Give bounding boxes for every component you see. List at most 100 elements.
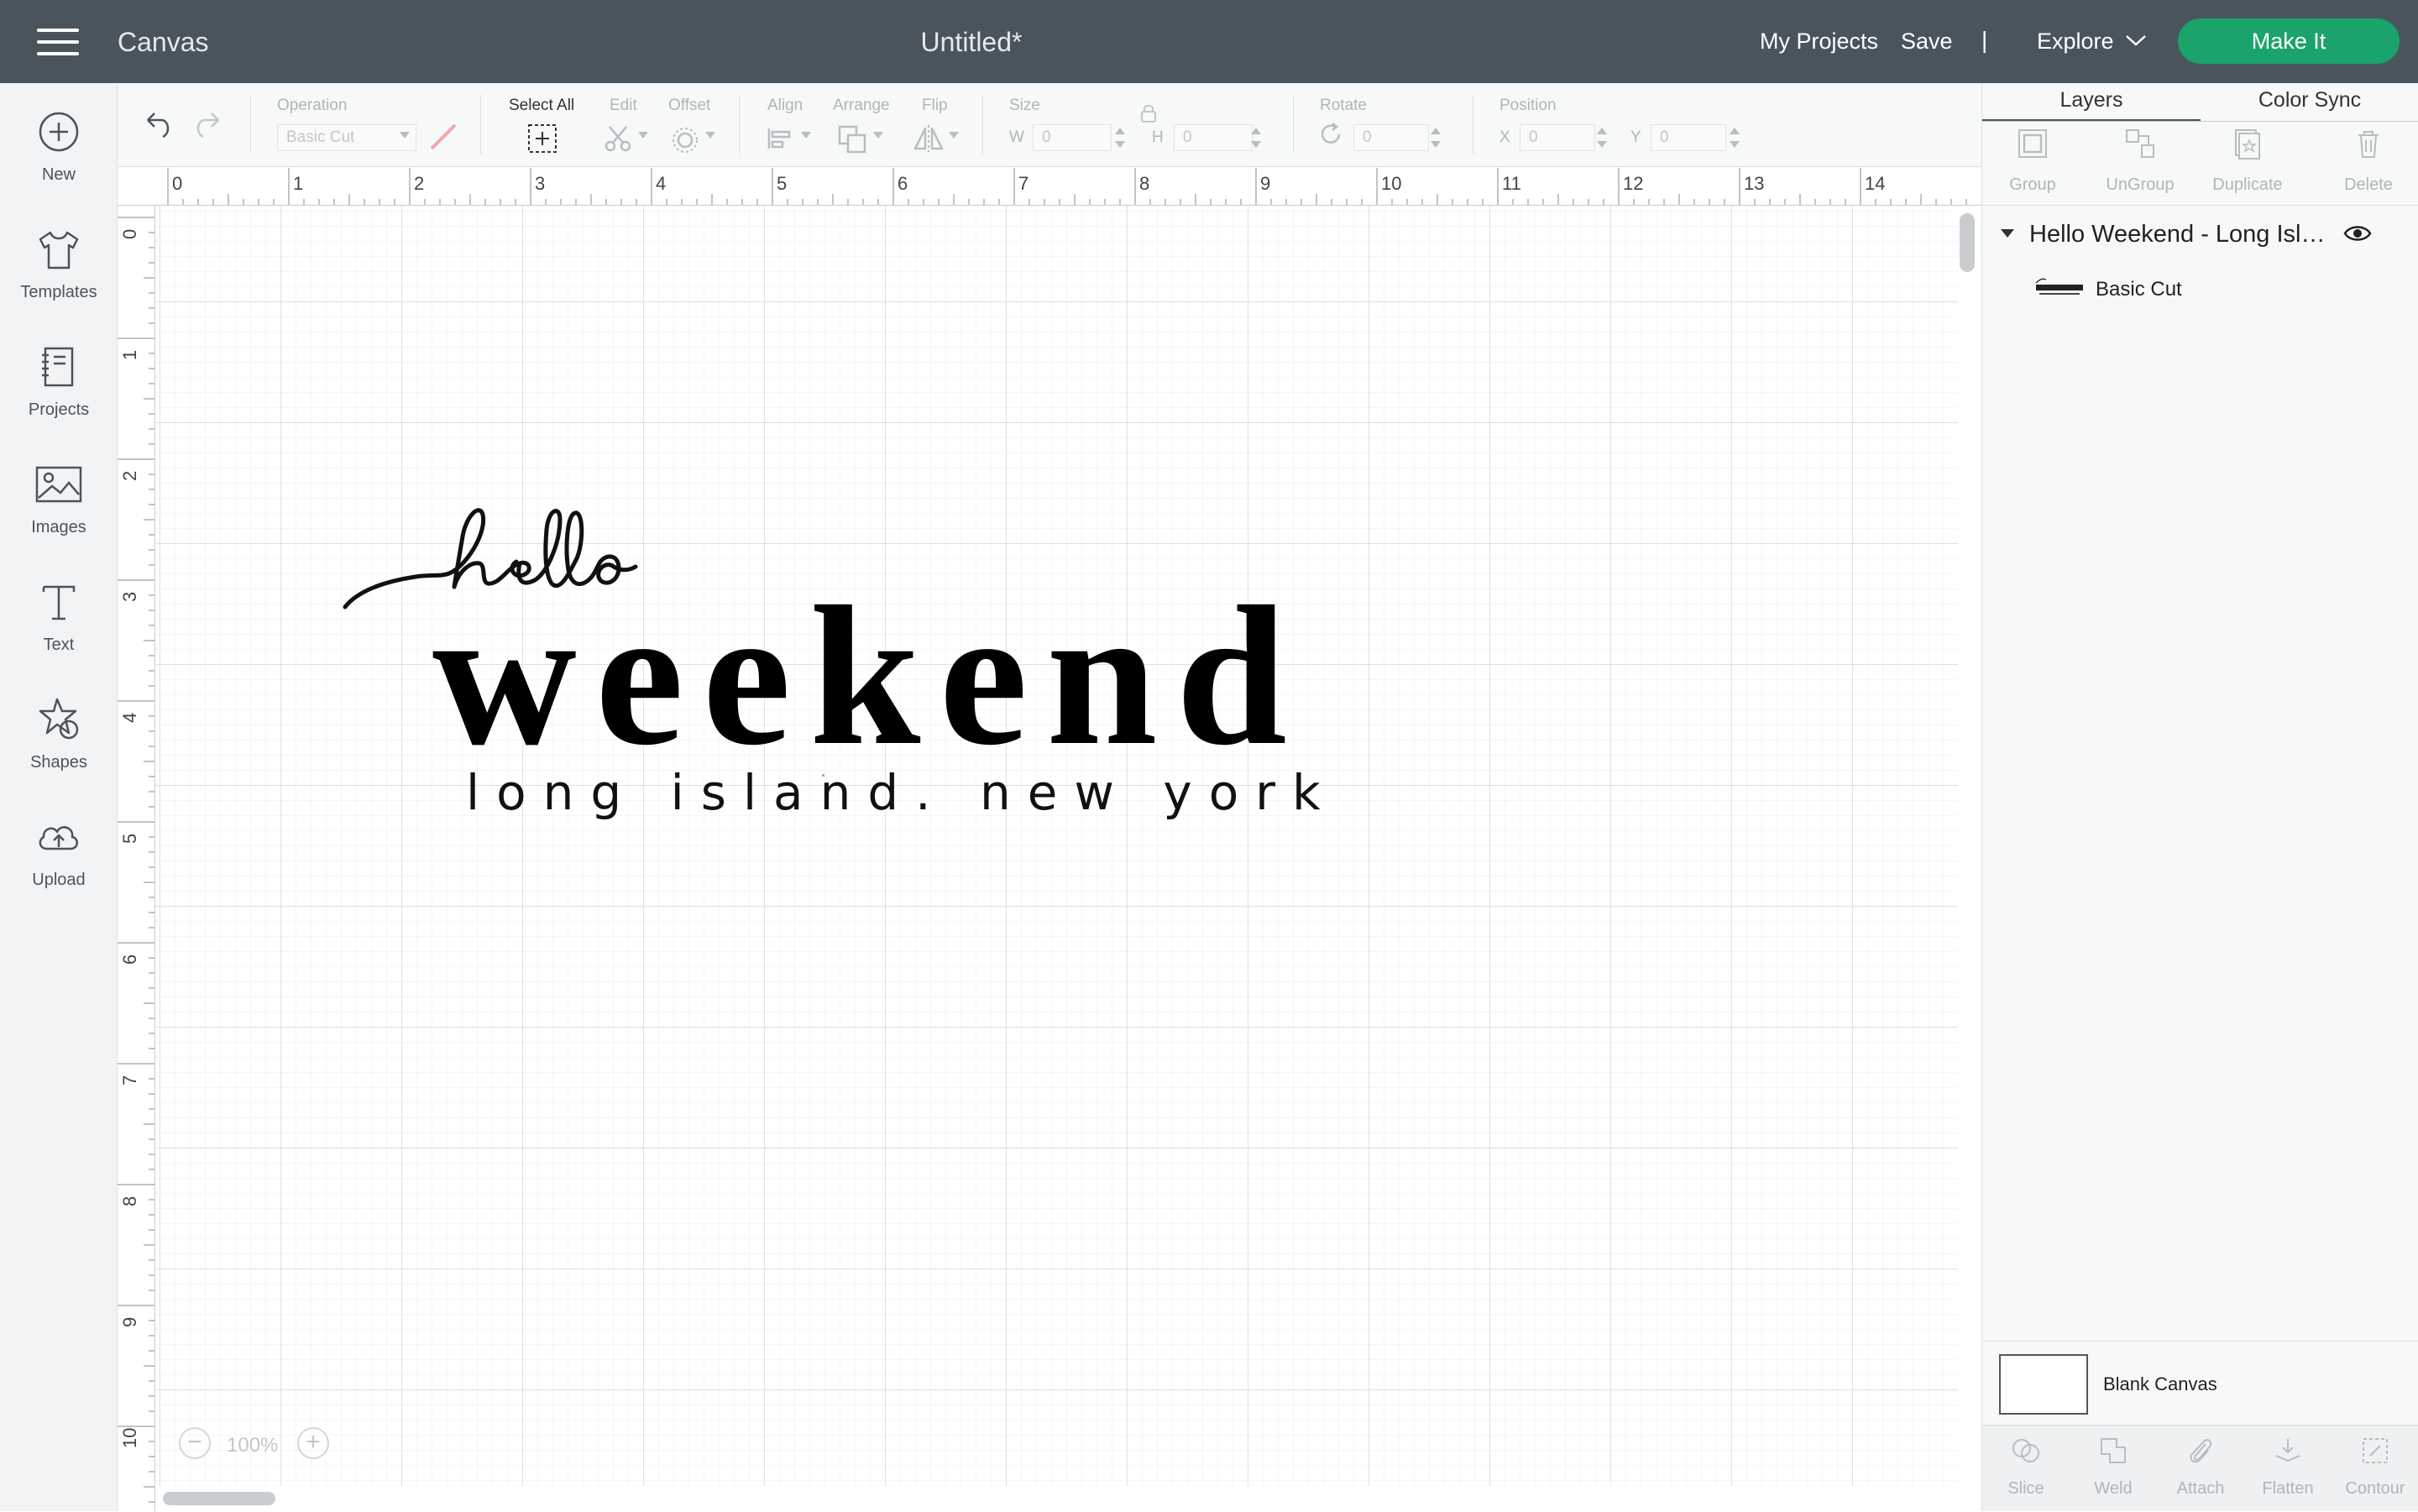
ruler-number: 2: [414, 173, 425, 194]
delete-label: Delete: [2344, 175, 2393, 194]
weld-button[interactable]: Weld: [2070, 1426, 2157, 1512]
operation-select[interactable]: Basic Cut: [277, 124, 416, 151]
x-position-stepper[interactable]: [1597, 127, 1607, 149]
caret-down-icon[interactable]: [2001, 229, 2014, 238]
panel-divider: [1982, 1341, 2418, 1342]
contour-icon: [2363, 1438, 2388, 1463]
attach-label: Attach: [2176, 1479, 2225, 1498]
sidebar-item-shapes[interactable]: Shapes: [0, 671, 118, 772]
ruler-number: 9: [119, 1316, 140, 1327]
y-position-input[interactable]: 0: [1651, 124, 1726, 151]
tab-layers[interactable]: Layers: [1982, 83, 2201, 122]
size-label: Size: [1009, 97, 1040, 114]
delete-button[interactable]: Delete: [2318, 127, 2418, 202]
arrange-icon[interactable]: [836, 122, 870, 155]
make-it-button[interactable]: Make It: [2178, 18, 2400, 64]
hello-weekend-design[interactable]: hello weekend long island. new york: [340, 500, 1321, 835]
blank-canvas-swatch[interactable]: [1999, 1354, 2088, 1415]
lock-icon[interactable]: [1137, 102, 1160, 125]
my-projects-link[interactable]: My Projects: [1760, 29, 1878, 55]
edit-scissors-icon[interactable]: [601, 122, 635, 155]
sidebar-item-new[interactable]: New: [0, 83, 118, 184]
slice-label: Slice: [2007, 1479, 2044, 1498]
linetype-swatch-icon[interactable]: [427, 120, 460, 154]
duplicate-button[interactable]: Duplicate: [2197, 127, 2298, 202]
sidebar-item-templates[interactable]: Templates: [0, 201, 118, 301]
y-position-stepper[interactable]: [1730, 127, 1740, 149]
sidebar-item-text[interactable]: Text: [0, 553, 118, 654]
sidebar-item-projects[interactable]: Projects: [0, 318, 118, 419]
zoom-out-button[interactable]: −: [179, 1427, 211, 1459]
ruler-number: 3: [535, 173, 546, 194]
height-stepper[interactable]: [1251, 127, 1261, 149]
ruler-number: 14: [1865, 173, 1886, 194]
align-icon[interactable]: [764, 122, 798, 155]
rotate-stepper[interactable]: [1431, 127, 1441, 149]
ungroup-button[interactable]: UnGroup: [2090, 127, 2190, 202]
ruler-number: 11: [1502, 173, 1521, 194]
rotate-label: Rotate: [1320, 97, 1367, 114]
rotate-input[interactable]: 0: [1353, 124, 1429, 151]
x-position-input[interactable]: 0: [1520, 124, 1595, 151]
toolbar-divider: [982, 95, 983, 154]
document-title: Untitled*: [920, 27, 1023, 57]
select-all-icon[interactable]: [526, 122, 559, 155]
ruler-ticks: [118, 217, 154, 1503]
horizontal-scrollbar[interactable]: [163, 1492, 275, 1505]
canvas-dot: [822, 774, 824, 777]
layer-item-row[interactable]: Basic Cut: [1982, 263, 2418, 313]
edit-label: Edit: [610, 97, 637, 114]
ungroup-label: UnGroup: [2106, 175, 2175, 194]
vertical-scrollbar[interactable]: [1960, 213, 1975, 272]
group-button[interactable]: Group: [1982, 127, 2083, 202]
slice-button[interactable]: Slice: [1982, 1426, 2070, 1512]
trash-icon: [2358, 131, 2379, 158]
notebook-icon: [42, 347, 74, 387]
width-stepper[interactable]: [1115, 127, 1125, 149]
eye-icon[interactable]: [2343, 222, 2372, 244]
explore-dropdown[interactable]: Explore: [2037, 29, 2114, 55]
undo-icon[interactable]: [139, 108, 173, 142]
zoom-level: 100%: [227, 1434, 279, 1457]
topbar-separator: |: [1981, 27, 1988, 53]
weld-icon: [2101, 1438, 2126, 1463]
edit-toolbar: Operation Basic Cut Select All Edit Offs…: [118, 83, 1981, 167]
tab-divider: [1982, 121, 2418, 122]
ungroup-icon: [2126, 129, 2154, 158]
height-input[interactable]: 0: [1174, 124, 1253, 151]
redo-icon[interactable]: [193, 108, 227, 142]
ruler-number: 10: [1381, 173, 1402, 194]
toolbar-divider: [1293, 95, 1294, 154]
ruler-number: 5: [777, 173, 788, 194]
align-dropdown-arrow-icon: [801, 132, 811, 139]
sidebar-item-images[interactable]: Images: [0, 436, 118, 536]
ruler-number: 8: [1139, 173, 1150, 194]
chevron-down-icon[interactable]: [2124, 32, 2148, 49]
zoom-in-button[interactable]: +: [297, 1427, 329, 1459]
tab-color-sync[interactable]: Color Sync: [2201, 83, 2418, 122]
layers-panel: Layers Color Sync Group UnGroup Duplicat…: [1981, 83, 2418, 1511]
flatten-icon: [2275, 1439, 2300, 1462]
sidebar-item-label: Shapes: [30, 753, 87, 772]
attach-button[interactable]: Attach: [2157, 1426, 2244, 1512]
sidebar-item-label: Upload: [32, 871, 86, 889]
save-button[interactable]: Save: [1901, 29, 1953, 55]
width-input[interactable]: 0: [1033, 124, 1112, 151]
toolbar-divider: [739, 95, 740, 154]
offset-icon[interactable]: [668, 122, 702, 155]
cloud-upload-icon: [39, 826, 78, 850]
ruler-number: 3: [119, 591, 140, 602]
design-canvas[interactable]: hello weekend long island. new york: [155, 206, 1958, 1486]
ruler-number: 6: [119, 954, 140, 965]
flip-icon[interactable]: [912, 122, 945, 155]
flatten-button[interactable]: Flatten: [2244, 1426, 2332, 1512]
layer-group-row[interactable]: Hello Weekend - Long Island, New York: [1982, 209, 2418, 259]
contour-button[interactable]: Contour: [2332, 1426, 2418, 1512]
sidebar-item-label: Projects: [28, 400, 90, 419]
sidebar-item-upload[interactable]: Upload: [0, 788, 118, 889]
rotate-icon: [1321, 123, 1341, 144]
ruler-ticks: [167, 168, 1967, 205]
select-all-label: Select All: [509, 97, 575, 114]
ruler-number: 1: [293, 173, 304, 194]
vertical-ruler: 0 1 2 3 4 5 6 7 8 9 10: [118, 206, 155, 1511]
